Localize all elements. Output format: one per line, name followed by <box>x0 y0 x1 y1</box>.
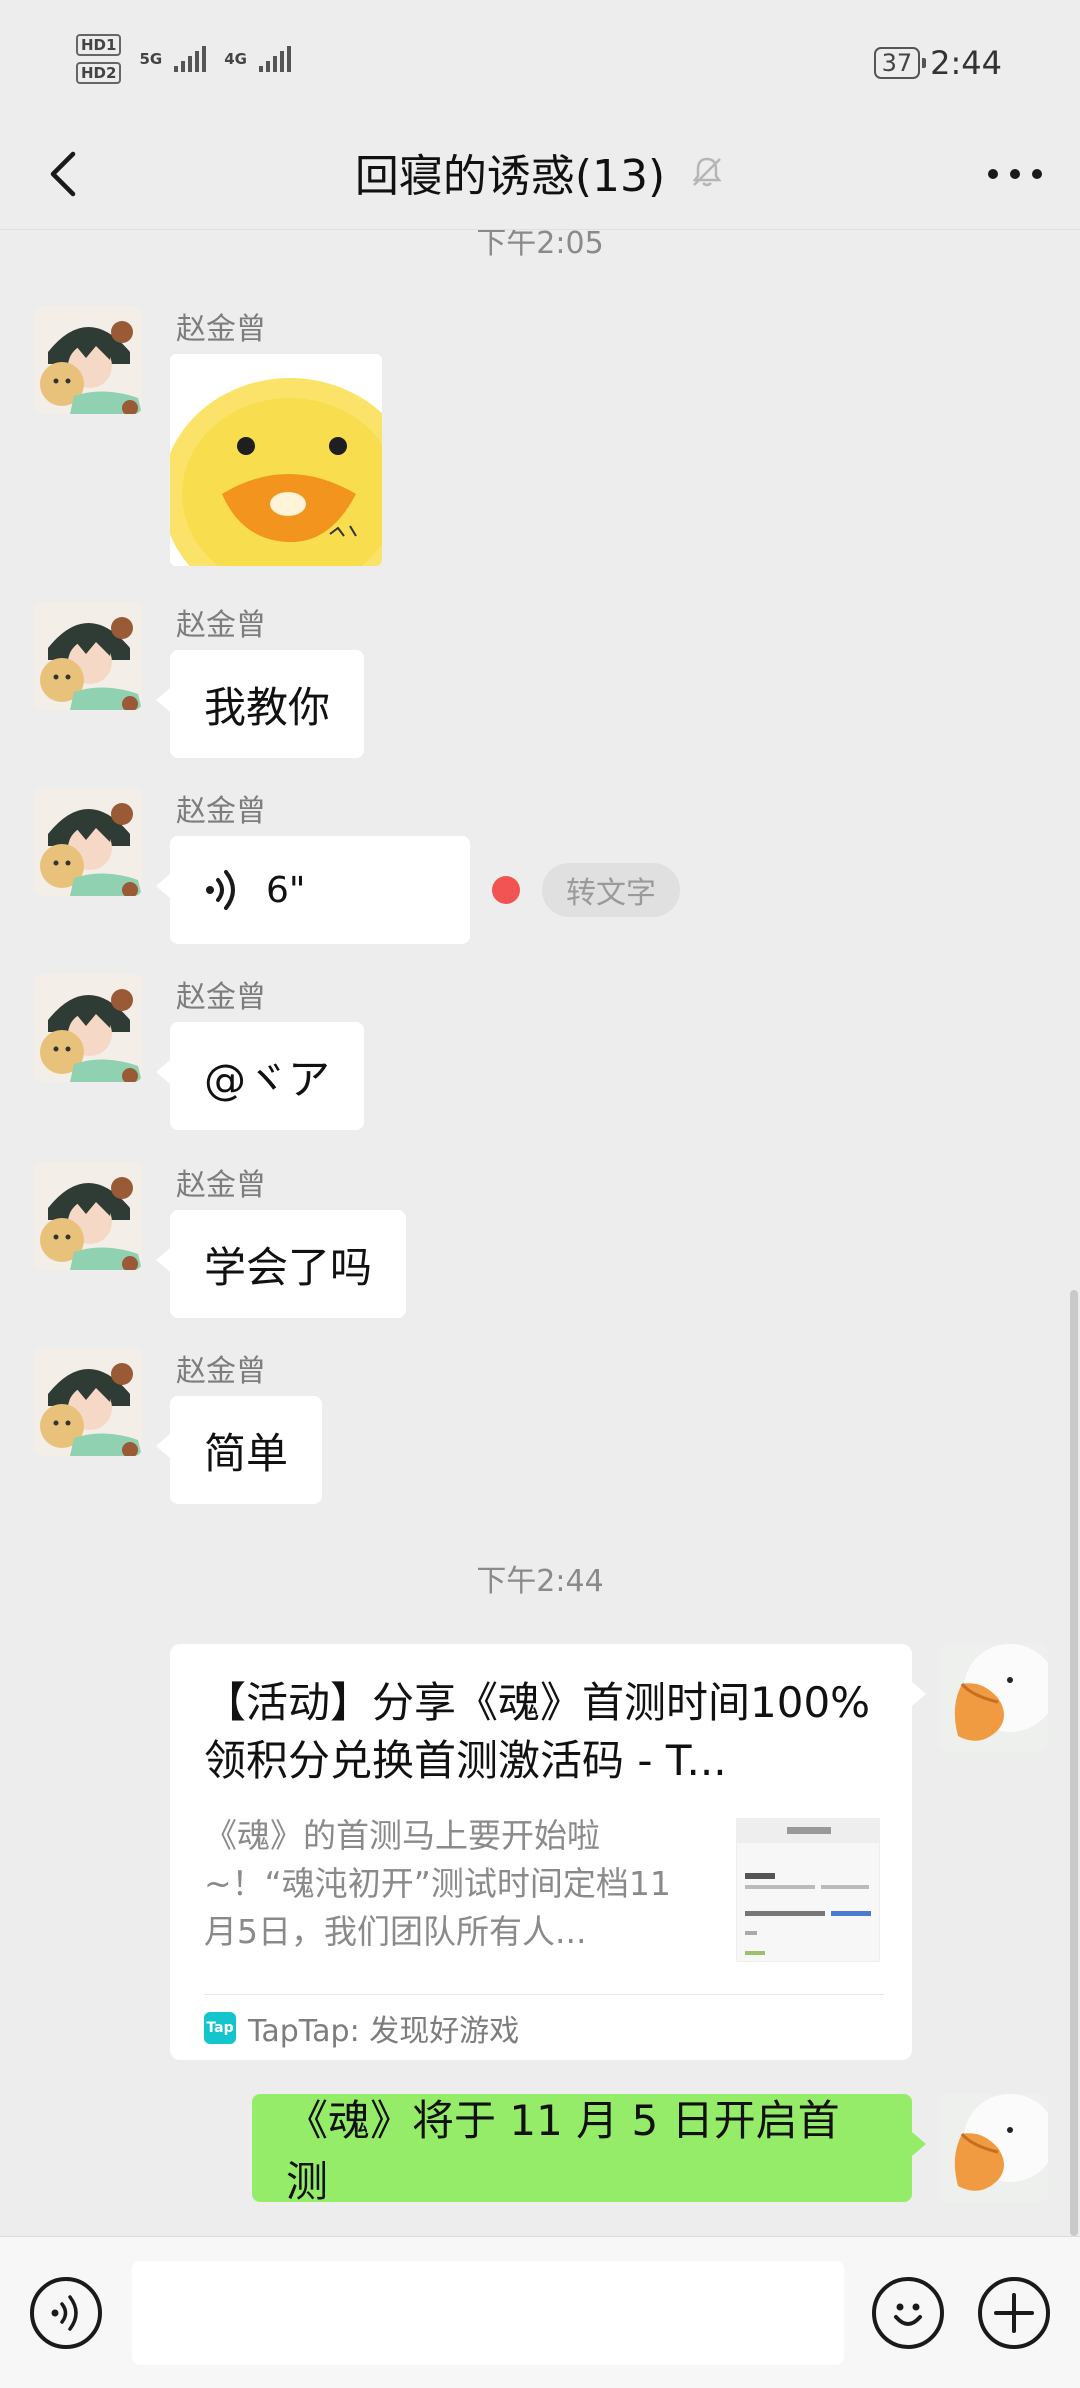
message-bubble[interactable]: 我教你 <box>155 650 365 758</box>
avatar[interactable] <box>34 1162 142 1270</box>
voice-mode-icon <box>51 2295 78 2331</box>
message-input[interactable] <box>132 2261 844 2365</box>
voice-message[interactable]: 6" <box>156 836 470 944</box>
avatar[interactable] <box>34 788 142 896</box>
card-divider <box>204 1994 884 1995</box>
link-source: Tap TapTap: 发现好游戏 <box>204 2004 519 2052</box>
avatar[interactable] <box>34 974 142 1082</box>
sim2-network-type: 4G <box>224 50 247 68</box>
link-source-name: TapTap: 发现好游戏 <box>248 2014 520 2049</box>
timestamp: 下午2:44 <box>476 1564 604 1599</box>
voice-mode-button[interactable] <box>30 2277 102 2349</box>
emoji-icon <box>894 2303 922 2326</box>
avatar[interactable] <box>34 602 142 710</box>
self-avatar[interactable] <box>940 2094 1048 2202</box>
message-text: 简单 <box>204 1428 289 1478</box>
convert-to-text-button[interactable]: 转文字 <box>542 863 680 917</box>
sender-name: 赵金曾 <box>176 608 266 643</box>
message-text: 学会了吗 <box>204 1242 373 1292</box>
message-bubble[interactable]: 简单 <box>155 1396 323 1504</box>
sender-name: 赵金曾 <box>176 980 266 1015</box>
signal-indicators: HD1 HD2 5G 4G <box>76 34 291 84</box>
sender-name: 赵金曾 <box>176 1354 266 1389</box>
scrollbar[interactable] <box>1070 1290 1078 2236</box>
hd1-indicator: HD1 <box>76 34 122 56</box>
voice-wave-icon <box>206 870 235 910</box>
message-bubble[interactable]: @ヾア <box>155 1022 365 1130</box>
more-icon <box>988 169 1042 179</box>
signal-1-icon <box>174 46 207 72</box>
sender-name: 赵金曾 <box>176 794 266 829</box>
hd2-indicator: HD2 <box>76 62 122 84</box>
sender-name: 赵金曾 <box>176 1168 266 1203</box>
avatar[interactable] <box>34 1348 142 1456</box>
chat-title: 回寝的诱惑(13) <box>354 151 666 202</box>
input-bar <box>0 2236 1080 2388</box>
message-text: 我教你 <box>204 682 331 732</box>
chat-header: 回寝的诱惑(13) <box>0 120 1080 230</box>
emoji-button[interactable] <box>872 2277 944 2349</box>
voice-duration: 6" <box>266 869 306 911</box>
battery-icon: 37 <box>873 47 926 79</box>
more-functions-button[interactable] <box>978 2277 1050 2349</box>
timestamp: 下午2:05 <box>476 230 604 261</box>
sim1-network-type: 5G <box>139 50 163 68</box>
sticker-message[interactable] <box>170 354 382 566</box>
more-button[interactable] <box>980 142 1050 206</box>
shared-link-card[interactable]: 【活动】分享《魂》首测时间100%领积分兑换首测激活码 - T... 《魂》的首… <box>170 1644 926 2060</box>
message-bubble[interactable]: 学会了吗 <box>155 1210 407 1318</box>
message-list[interactable]: 下午2:05 赵金曾 赵金曾 我教你 赵金曾 6" 转文字 赵金曾 @ヾア 赵金… <box>0 230 1080 2236</box>
self-avatar[interactable] <box>940 1644 1048 1752</box>
sender-name: 赵金曾 <box>176 312 266 347</box>
link-description: 《魂》的首测马上要开始啦~！“魂沌初开”测试时间定档11月5日，我们团队所有人.… <box>204 1816 671 1951</box>
muted-bell-icon <box>692 157 722 187</box>
avatar[interactable] <box>34 306 142 414</box>
link-title: 【活动】分享《魂》首测时间100%领积分兑换首测激活码 - T... <box>204 1678 871 1785</box>
status-time: 2:44 <box>930 44 1002 82</box>
signal-2-icon <box>258 46 291 72</box>
link-thumbnail <box>736 1818 880 1962</box>
message-text: @ヾア <box>204 1054 331 1104</box>
message-text: 《魂》将于 11 月 5 日开启首测 <box>286 2096 840 2206</box>
unread-indicator <box>492 876 520 904</box>
status-bar: HD1 HD2 5G 4G 37 2:44 <box>0 0 1080 120</box>
taptap-logo-icon: Tap <box>204 2012 236 2044</box>
self-message-bubble[interactable]: 《魂》将于 11 月 5 日开启首测 <box>252 2094 926 2206</box>
plus-icon <box>994 2293 1034 2333</box>
